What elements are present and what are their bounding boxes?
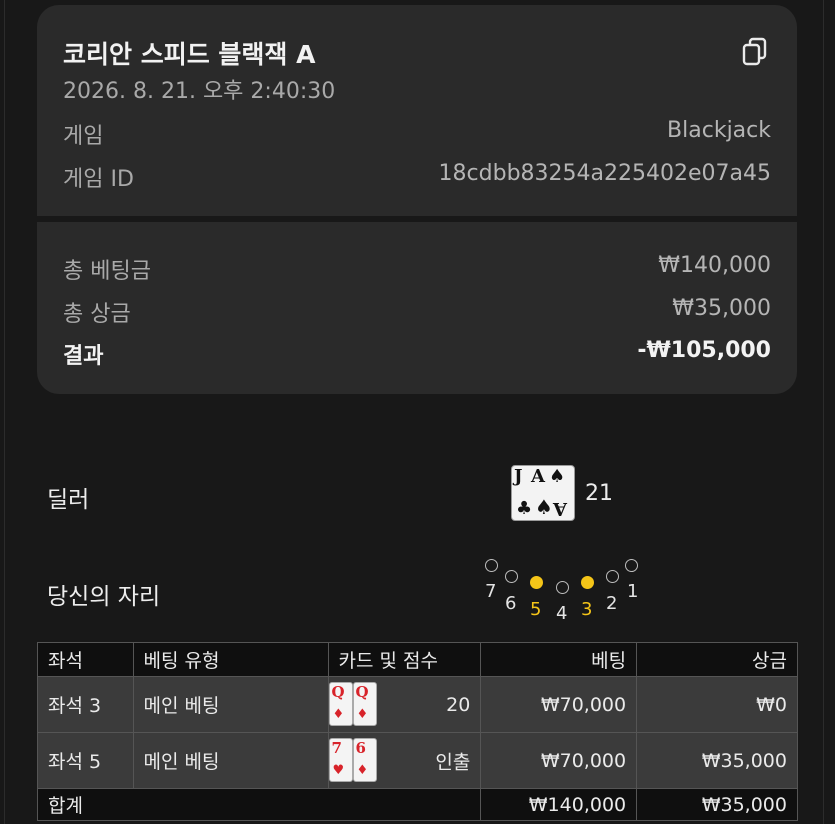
seat-3-number: 3 xyxy=(581,599,593,620)
seat-1-number: 1 xyxy=(627,581,639,602)
seat-3-marker xyxy=(581,576,594,589)
dealer-card-2-rank-bottom: A xyxy=(553,498,567,519)
seat-6-number: 6 xyxy=(505,593,517,614)
game-row: 게임 Blackjack xyxy=(63,118,771,150)
footer-bet: ₩140,000 xyxy=(480,788,638,821)
game-id-label: 게임 ID xyxy=(63,167,134,192)
dealer-card-2-rank: A xyxy=(531,466,545,487)
total-win-row: 총 상금 ₩35,000 xyxy=(63,296,771,328)
dealer-score: 21 xyxy=(585,481,613,506)
card-rank: 6 xyxy=(355,739,366,757)
header-seat: 좌석 xyxy=(37,642,134,677)
playing-card: 6 ♦ xyxy=(352,738,377,782)
table-row: 좌석 3 메인 베팅 Q ♦ Q ♦ 20 ₩70,000 ₩0 xyxy=(37,676,798,733)
seat-map: 7 6 5 4 3 2 1 xyxy=(478,555,648,625)
playing-card: Q ♦ xyxy=(352,682,377,726)
table-header-row: 좌석 베팅 유형 카드 및 점수 베팅 상금 xyxy=(37,642,798,677)
row-bet: ₩70,000 xyxy=(480,732,638,789)
card-suit: ♦ xyxy=(356,707,369,722)
result-label: 결과 xyxy=(63,344,104,369)
seat-4-marker xyxy=(556,581,569,594)
row-bet-type: 메인 베팅 xyxy=(132,676,329,733)
header-bet: 베팅 xyxy=(480,642,638,677)
dealer-hand: J ♣ A ♠ ♠ A xyxy=(511,465,575,521)
totals-card: 총 베팅금 ₩140,000 총 상금 ₩35,000 결과 -₩105,000 xyxy=(37,222,797,394)
table-footer-row: 합계 ₩140,000 ₩35,000 xyxy=(36,788,798,821)
result-value: -₩105,000 xyxy=(637,338,771,363)
total-bet-label: 총 베팅금 xyxy=(63,259,151,284)
card-rank: Q xyxy=(331,683,345,701)
seat-7-marker xyxy=(485,559,498,572)
row-bet: ₩70,000 xyxy=(480,676,638,733)
seat-5-number: 5 xyxy=(530,599,542,620)
total-win-value: ₩35,000 xyxy=(672,296,771,321)
seat-1-marker xyxy=(625,559,638,572)
dealer-card-2-suit: ♠ xyxy=(549,466,566,487)
seat-6-marker xyxy=(505,570,518,583)
playing-card: 7 ♥ xyxy=(328,738,353,782)
footer-label: 합계 xyxy=(36,788,482,821)
result-row: 결과 -₩105,000 xyxy=(63,338,771,370)
your-seat-label: 당신의 자리 xyxy=(47,584,161,610)
table-row: 좌석 5 메인 베팅 7 ♥ 6 ♦ 인출 ₩70,000 ₩35,000 xyxy=(37,732,798,789)
game-datetime: 2026. 8. 21. 오후 2:40:30 xyxy=(63,79,336,104)
footer-win: ₩35,000 xyxy=(636,788,798,821)
total-bet-value: ₩140,000 xyxy=(658,253,771,278)
playing-card: Q ♦ xyxy=(328,682,353,726)
game-label: 게임 xyxy=(63,124,104,149)
row-bet-type: 메인 베팅 xyxy=(132,732,329,789)
seat-5-marker xyxy=(530,576,543,589)
game-id-value[interactable]: 18cdbb83254a225402e07a45 xyxy=(439,161,771,193)
row-score: 20 xyxy=(446,693,471,716)
bets-table: 좌석 베팅 유형 카드 및 점수 베팅 상금 좌석 3 메인 베팅 Q ♦ Q ♦ … xyxy=(36,642,798,821)
row-cards: Q ♦ Q ♦ 20 xyxy=(327,676,482,733)
card-rank: Q xyxy=(355,683,369,701)
copy-icon[interactable] xyxy=(741,37,769,67)
dealer-label: 딜러 xyxy=(47,487,90,513)
game-id-row: 게임 ID 18cdbb83254a225402e07a45 xyxy=(63,161,771,193)
game-value: Blackjack xyxy=(667,118,771,143)
card-suit: ♥ xyxy=(332,763,345,778)
total-win-label: 총 상금 xyxy=(63,302,131,327)
game-title: 코리안 스피드 블랙잭 A xyxy=(63,40,316,69)
row-win: ₩35,000 xyxy=(636,732,798,789)
frame-border-right xyxy=(823,0,824,824)
card-rank: 7 xyxy=(331,739,342,757)
header-cards-score: 카드 및 점수 xyxy=(327,642,482,677)
card-suit: ♦ xyxy=(356,763,369,778)
seat-2-marker xyxy=(606,570,619,583)
header-win: 상금 xyxy=(636,642,798,677)
card-suit: ♦ xyxy=(332,707,345,722)
dealer-card-2-center-suit: ♠ xyxy=(535,495,553,519)
seat-2-number: 2 xyxy=(606,593,618,614)
row-cards: 7 ♥ 6 ♦ 인출 xyxy=(327,732,482,789)
row-seat: 좌석 5 xyxy=(37,732,134,789)
seat-4-number: 4 xyxy=(556,603,568,624)
seat-7-number: 7 xyxy=(485,581,497,602)
frame-border-left xyxy=(4,0,5,824)
dealer-card-1-rank: J xyxy=(514,466,523,487)
total-bet-row: 총 베팅금 ₩140,000 xyxy=(63,253,771,285)
dealer-card-1-suit: ♣ xyxy=(516,498,533,519)
row-seat: 좌석 3 xyxy=(37,676,134,733)
row-win: ₩0 xyxy=(636,676,798,733)
header-bet-type: 베팅 유형 xyxy=(132,642,329,677)
game-summary-card: 코리안 스피드 블랙잭 A 2026. 8. 21. 오후 2:40:30 게임… xyxy=(37,5,797,216)
row-score: 인출 xyxy=(435,751,471,773)
